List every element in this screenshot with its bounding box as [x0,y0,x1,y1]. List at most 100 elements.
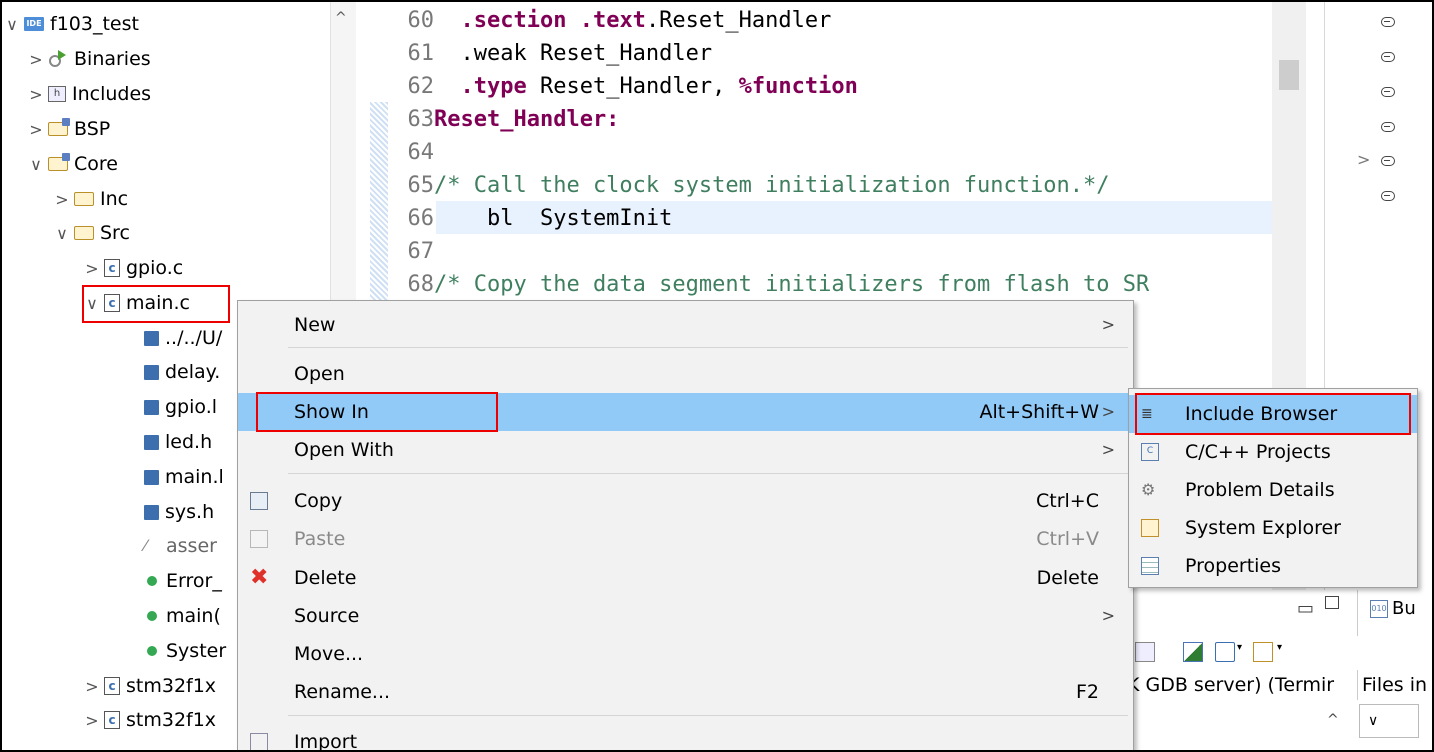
tree-item-function[interactable]: main( [144,599,221,633]
code-line[interactable]: 66 bl SystemInit [392,202,673,235]
open-console-icon[interactable] [1253,642,1273,662]
context-menu: New > Open Show In Alt+Shift+W > Open Wi… [237,300,1134,750]
tree-item-core[interactable]: ∨ Core [28,147,118,181]
chevron-right-icon[interactable]: > [28,50,44,69]
menu-item-copy[interactable]: Copy Ctrl+C [238,482,1133,520]
line-number: 67 [407,239,435,264]
submenu-item-problem-details[interactable]: ⚙ Problem Details [1129,471,1417,509]
chevron-right-icon[interactable]: > [28,120,44,139]
project-icon: IDE [24,17,44,31]
code-line[interactable]: 60 .section .text .Reset_Handler [392,4,832,37]
folder-icon [74,192,94,206]
submenu-item-properties[interactable]: Properties [1129,547,1417,585]
tree-item-function[interactable]: Syster [144,634,226,668]
tree-item-include[interactable]: gpio.l [144,390,217,424]
code-line[interactable]: 62 .type Reset_Handler, %function [392,70,858,103]
function-icon [147,646,157,656]
console-icon[interactable] [1135,642,1155,662]
code-line[interactable]: 61 .weak Reset_Handler [392,37,713,70]
chevron-down-icon[interactable]: ∨ [28,155,44,174]
minimize-icon[interactable]: ▭ [1297,598,1314,619]
directive-icon[interactable] [1381,52,1395,62]
code-line[interactable]: 68/* Copy the data segment initializers … [392,268,1150,301]
editor-scroll-thumb[interactable] [1279,60,1299,90]
chevron-right-icon[interactable]: > [28,85,44,104]
code-line[interactable]: 64 [392,136,435,169]
cpp-projects-icon: C [1141,443,1159,461]
menu-item-label: Open With [294,439,394,461]
tree-item-label: asser [166,535,217,557]
menu-item-open[interactable]: Open [238,355,1133,393]
code-line[interactable]: 67 [392,235,435,268]
shortcut-text: F2 [1075,681,1099,703]
tree-item-macro[interactable]: ⁄ asser [144,529,217,563]
submenu-item-label: System Explorer [1185,517,1341,539]
submenu-item-label: Properties [1185,555,1282,577]
tree-item-gpio-c[interactable]: > c gpio.c [84,251,183,285]
code-line[interactable]: 65/* Call the clock system initializatio… [392,169,1110,202]
function-icon [147,611,157,621]
files-title: Files in [1357,670,1427,700]
tree-item-stm32-file[interactable]: > c stm32f1x [84,703,216,737]
tree-item-include[interactable]: sys.h [144,495,214,529]
annotation-box-include-browser [1135,393,1411,435]
scroll-up-arrow-icon[interactable]: ^ [1327,712,1339,728]
menu-item-open-with[interactable]: Open With > [238,431,1133,469]
chevron-right-icon[interactable]: > [1357,150,1370,169]
copy-icon [250,492,268,510]
code-line[interactable]: 63 Reset_Handler: [392,103,620,136]
tree-item-include[interactable]: led.h [144,425,212,459]
submenu-item-system-explorer[interactable]: System Explorer [1129,509,1417,547]
display-console-icon[interactable] [1215,642,1235,662]
tree-item-label: Syster [166,640,227,662]
menu-item-new[interactable]: New > [238,306,1133,344]
tree-item-src[interactable]: ∨ Src [54,216,130,250]
quick-diff-marker [370,102,388,302]
tab-label: Bu [1392,598,1416,619]
directive-icon[interactable] [1381,191,1395,201]
chevron-down-icon[interactable]: ∨ [54,224,70,243]
tree-item-function[interactable]: Error_ [144,564,222,598]
chevron-down-icon[interactable]: ∨ [4,15,20,34]
include-icon [144,330,159,346]
maximize-icon[interactable] [1325,596,1339,609]
chevron-right-icon[interactable]: > [84,259,100,278]
files-dropdown[interactable]: ∨ [1359,704,1419,738]
menu-item-move[interactable]: Move... [238,635,1133,673]
directive-icon[interactable] [1381,156,1395,166]
tree-item-includes[interactable]: > h Includes [28,77,151,111]
tree-item-include[interactable]: delay. [144,355,220,389]
tree-item-include[interactable]: ../../U/ [144,321,222,355]
tree-item-include[interactable]: main.l [144,460,224,494]
tree-item-bsp[interactable]: > BSP [28,112,110,146]
directive-icon[interactable] [1381,87,1395,97]
new-console-icon[interactable] [1183,642,1203,662]
tree-item-inc[interactable]: > Inc [54,182,128,216]
submenu-item-cpp-projects[interactable]: C C/C++ Projects [1129,433,1417,471]
tree-item-project[interactable]: ∨ IDE f103_test [4,7,139,41]
menu-item-import[interactable]: Import [238,723,1133,750]
tree-item-stm32-file[interactable]: > c stm32f1x [84,669,216,703]
directive-icon[interactable] [1381,17,1395,27]
menu-item-rename[interactable]: Rename... F2 [238,673,1133,711]
code-token: /* Call the clock system initialization … [434,173,1110,198]
chevron-right-icon[interactable]: > [54,190,70,209]
menu-separator [288,715,1128,716]
tree-item-binaries[interactable]: > Binaries [28,42,150,76]
code-token: bl SystemInit [434,206,673,231]
dropdown-arrow-icon[interactable]: ▾ [1237,642,1247,660]
tree-item-label: stm32f1x [126,675,217,697]
line-number: 62 [407,74,435,99]
tab-build[interactable]: 010 Bu [1370,598,1416,619]
menu-item-paste[interactable]: Paste Ctrl+V [238,520,1133,558]
chevron-right-icon[interactable]: > [84,677,100,696]
dropdown-arrow-icon[interactable]: ▾ [1277,642,1287,660]
submenu-item-label: Problem Details [1185,479,1335,501]
scroll-up-arrow-icon[interactable]: ^ [335,10,347,26]
chevron-right-icon[interactable]: > [84,711,100,730]
directive-icon[interactable] [1381,122,1395,132]
menu-item-source[interactable]: Source > [238,597,1133,635]
shortcut-text: Ctrl+V [1036,528,1099,550]
submenu-item-label: C/C++ Projects [1185,441,1331,463]
menu-item-delete[interactable]: ✖ Delete Delete [238,559,1133,597]
